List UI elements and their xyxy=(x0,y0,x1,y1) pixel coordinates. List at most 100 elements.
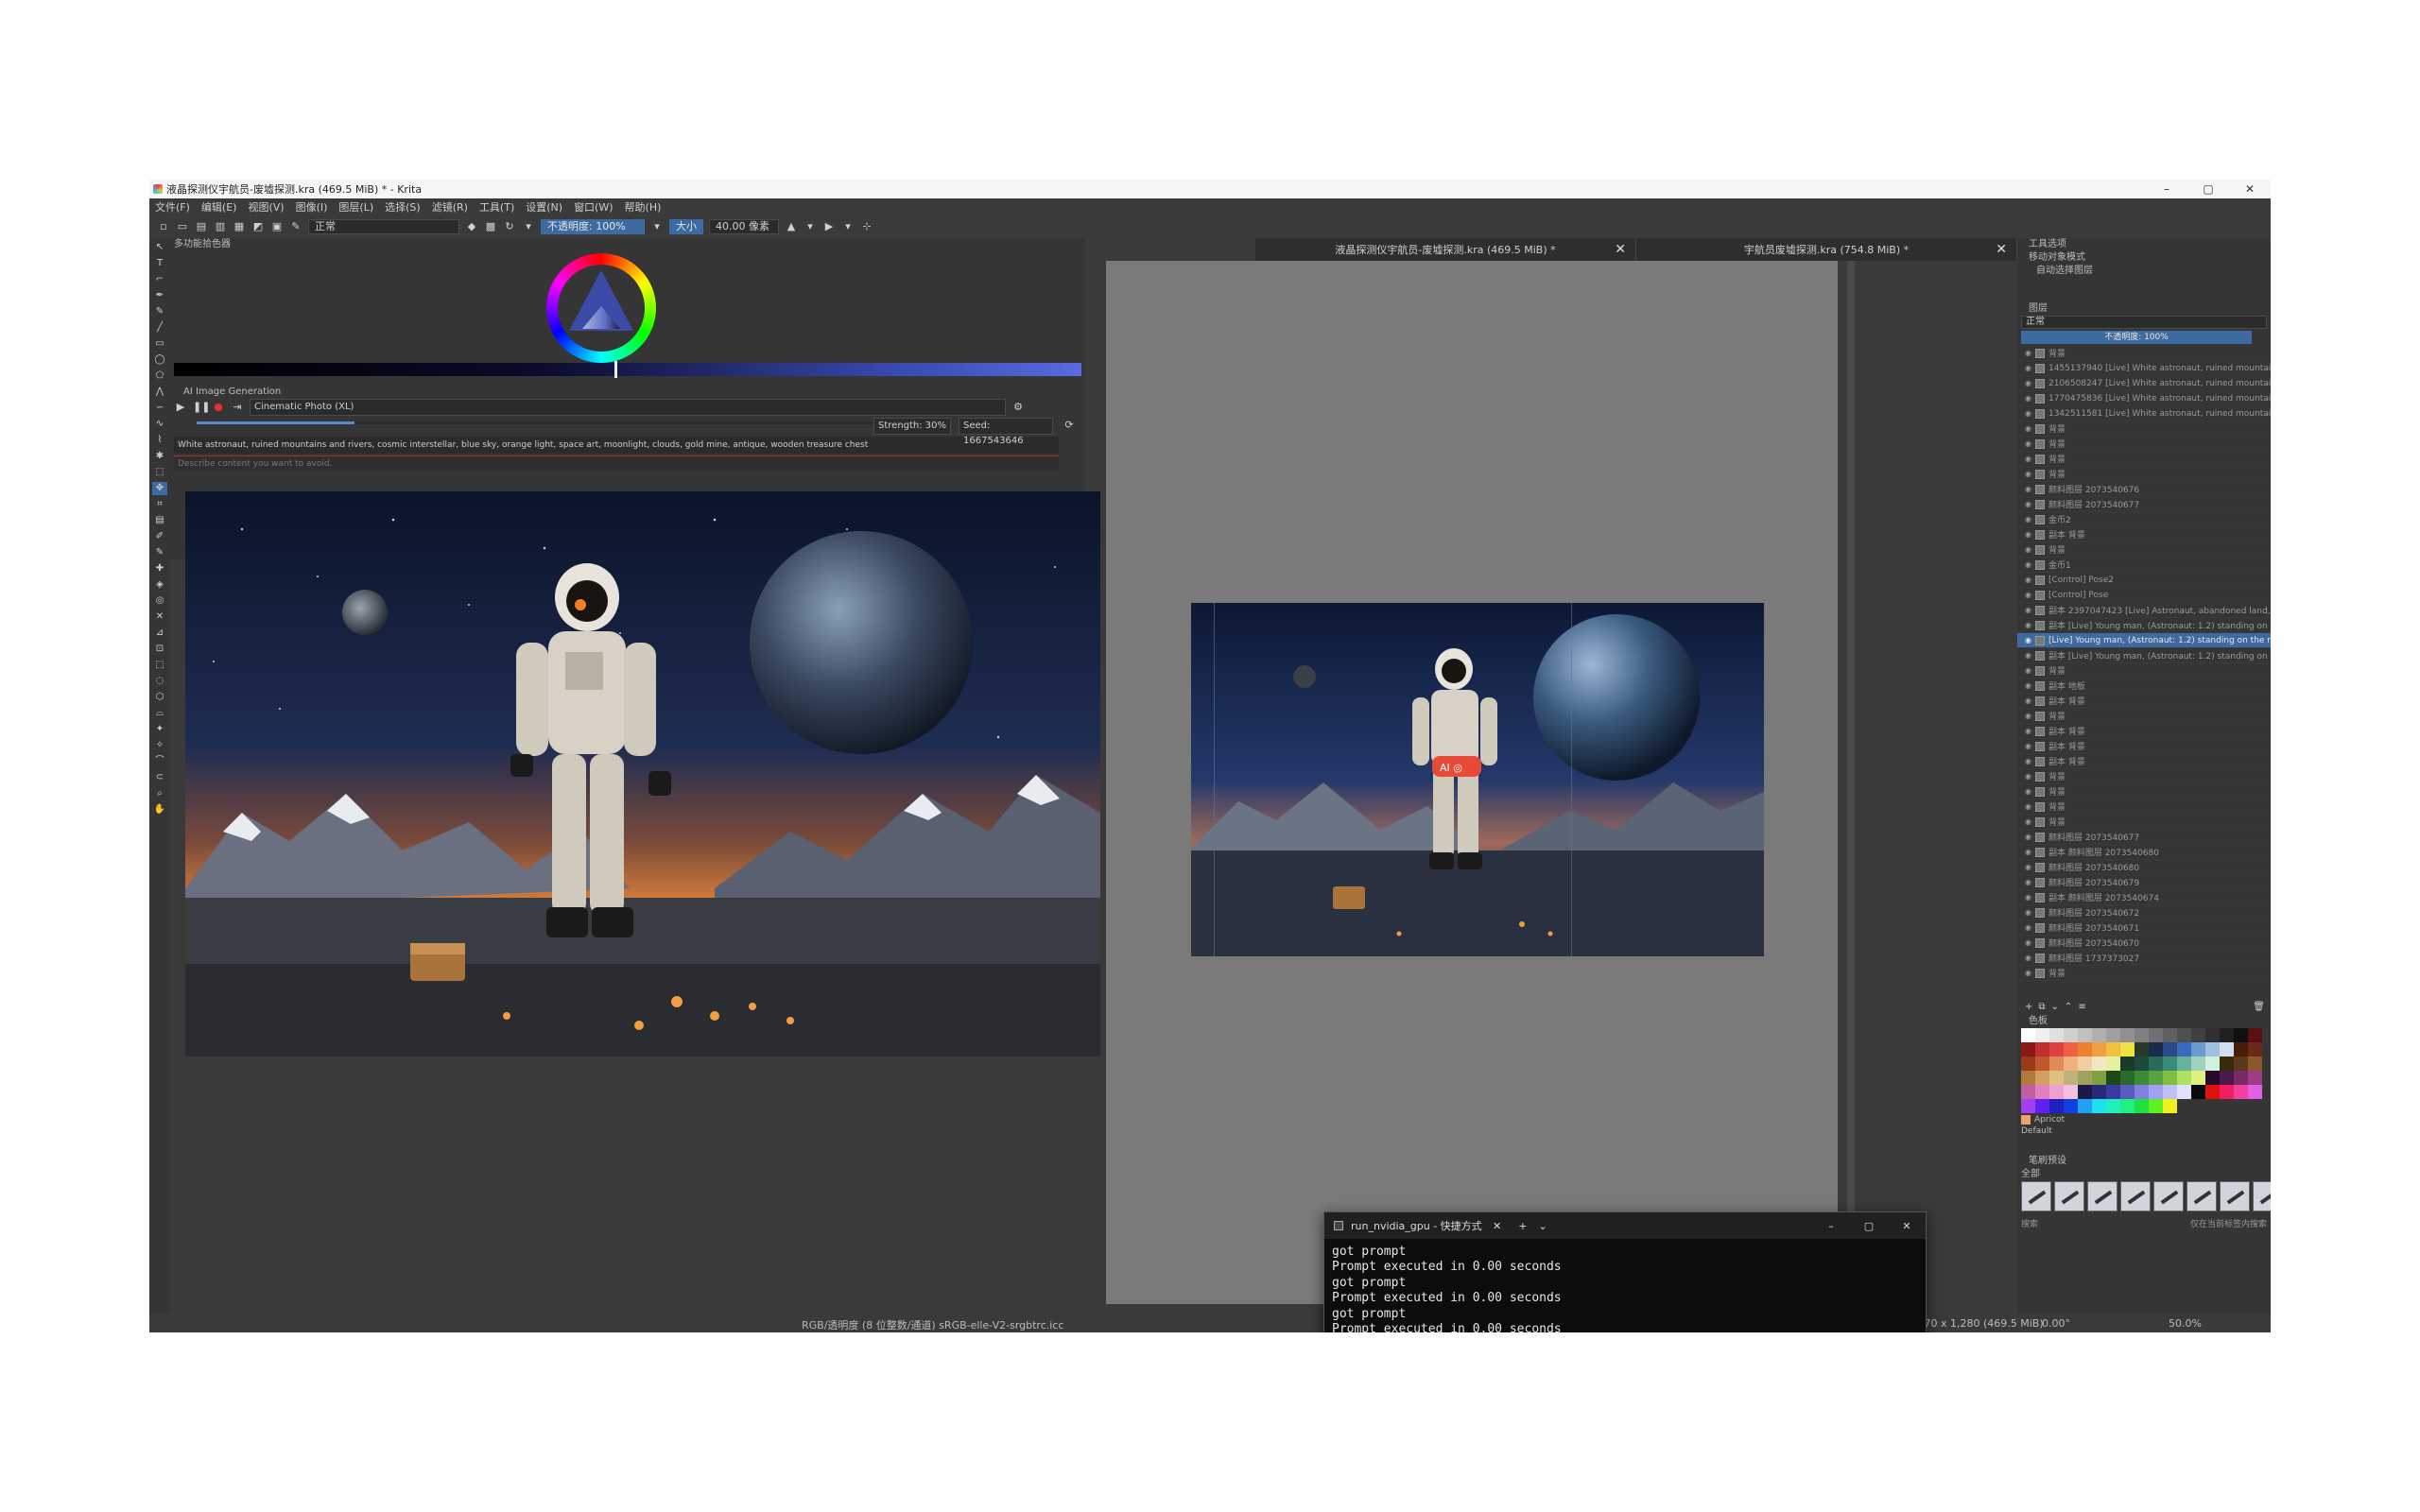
palette-swatch[interactable] xyxy=(2177,1057,2191,1071)
palette-swatch[interactable] xyxy=(2135,1085,2149,1099)
line-tool-icon[interactable]: ╱ xyxy=(152,321,167,335)
palette-swatch[interactable] xyxy=(2135,1099,2149,1113)
rectangle-tool-icon[interactable]: ▭ xyxy=(152,337,167,351)
palette-swatch[interactable] xyxy=(2092,1028,2106,1042)
visibility-eye-icon[interactable]: ◉ xyxy=(2025,893,2031,902)
visibility-eye-icon[interactable]: ◉ xyxy=(2025,908,2031,917)
layer-row[interactable]: ◉ 副本 背景 xyxy=(2017,724,2271,739)
palette-swatch[interactable] xyxy=(2205,1085,2220,1099)
brush-preset-icon[interactable]: ▣ xyxy=(270,220,284,233)
palette-swatch[interactable] xyxy=(2035,1085,2049,1099)
visibility-eye-icon[interactable]: ◉ xyxy=(2025,969,2031,977)
pan-tool-icon[interactable]: ✋ xyxy=(152,803,167,816)
visibility-eye-icon[interactable]: ◉ xyxy=(2025,515,2031,524)
main-canvas-viewport[interactable]: AI ◎ xyxy=(1106,261,1838,1304)
visibility-eye-icon[interactable]: ◉ xyxy=(2025,545,2031,554)
palette-swatch[interactable] xyxy=(2205,1028,2220,1042)
layer-row[interactable]: ◉ 副本 地板 xyxy=(2017,679,2271,694)
palette-swatch[interactable] xyxy=(2205,1057,2220,1071)
vertical-scrollbar[interactable] xyxy=(1847,261,1855,1304)
minimize-button[interactable]: – xyxy=(2146,182,2187,196)
layer-properties-icon[interactable]: ≡ xyxy=(2078,1002,2085,1012)
layer-row[interactable]: ◉ [Control] Pose xyxy=(2017,588,2271,603)
assistant-tool-icon[interactable]: ✕ xyxy=(152,610,167,624)
palette-name[interactable]: Default xyxy=(2017,1126,2271,1138)
chevron-down-icon[interactable]: ▾ xyxy=(841,220,855,233)
palette-swatch[interactable] xyxy=(2064,1099,2078,1113)
transform-tool-icon[interactable]: ⬚ xyxy=(152,466,167,479)
brush-preset[interactable] xyxy=(2120,1181,2151,1211)
new-tab-icon[interactable]: + xyxy=(1518,1220,1527,1232)
close-button[interactable]: ✕ xyxy=(1888,1220,1926,1232)
chevron-down-icon[interactable]: ▾ xyxy=(650,220,664,233)
save-icon[interactable]: ▤ xyxy=(195,220,208,233)
visibility-eye-icon[interactable]: ◉ xyxy=(2025,727,2031,735)
palette-swatch[interactable] xyxy=(2163,1071,2177,1085)
visibility-eye-icon[interactable]: ◉ xyxy=(2025,470,2031,478)
layer-row[interactable]: ◉ 1342511581 [Live] White astronaut, ruin… xyxy=(2017,406,2271,421)
brush-preset[interactable] xyxy=(2253,1181,2271,1211)
palette-swatch[interactable] xyxy=(2106,1071,2120,1085)
palette-swatch[interactable] xyxy=(2220,1085,2234,1099)
layer-row[interactable]: ◉ 背景 xyxy=(2017,467,2271,482)
layer-opacity-slider[interactable]: 不透明度: 100% xyxy=(2021,331,2252,344)
layer-row[interactable]: ◉ 背景 xyxy=(2017,437,2271,452)
palette-swatch[interactable] xyxy=(2078,1028,2092,1042)
layer-row[interactable]: ◉ 颜料图层 2073540677 xyxy=(2017,497,2271,512)
palette-swatch[interactable] xyxy=(2177,1085,2191,1099)
layer-row[interactable]: ◉ 背景 xyxy=(2017,966,2271,981)
gradient-tool-icon[interactable]: ▤ xyxy=(152,514,167,527)
chevron-down-icon[interactable]: ⌄ xyxy=(1538,1220,1547,1232)
layer-row[interactable]: ◉ 背景 xyxy=(2017,784,2271,799)
layer-row[interactable]: ◉ 2106508247 [Live] White astronaut, ruin… xyxy=(2017,376,2271,391)
palette-swatch[interactable] xyxy=(2234,1085,2248,1099)
chevron-down-icon[interactable]: ▾ xyxy=(804,220,817,233)
color-slider-handle[interactable] xyxy=(614,361,617,378)
palette-swatch[interactable] xyxy=(2149,1085,2163,1099)
color-palette-grid[interactable] xyxy=(2021,1028,2263,1113)
palette-swatch[interactable] xyxy=(2163,1042,2177,1057)
brush-tool-icon[interactable]: ✎ xyxy=(152,305,167,318)
visibility-eye-icon[interactable]: ◉ xyxy=(2025,923,2031,932)
brush-tag-select[interactable]: 全部 xyxy=(2017,1168,2271,1181)
menu-view[interactable]: 视图(V) xyxy=(248,199,284,215)
move-tool-icon[interactable]: ✥ xyxy=(152,482,167,495)
duplicate-layer-icon[interactable]: ⧉ xyxy=(2038,1002,2045,1012)
palette-swatch[interactable] xyxy=(2135,1042,2149,1057)
layer-row[interactable]: ◉ 背景 xyxy=(2017,815,2271,830)
brush-preset[interactable] xyxy=(2187,1181,2217,1211)
maximize-button[interactable]: ▢ xyxy=(1850,1220,1888,1232)
palette-swatch[interactable] xyxy=(2035,1099,2049,1113)
palette-swatch[interactable] xyxy=(2248,1057,2262,1071)
palette-swatch[interactable] xyxy=(2049,1028,2064,1042)
wrap-icon[interactable]: ⊹ xyxy=(860,220,873,233)
blend-mode-select[interactable]: 正常 xyxy=(308,219,459,234)
brush-preset[interactable] xyxy=(2054,1181,2084,1211)
search-in-tag-checkbox[interactable]: 仅在当前标签内搜索 xyxy=(2190,1217,2267,1230)
menu-layer[interactable]: 图层(L) xyxy=(338,199,373,215)
fg-bg-color-icon[interactable]: ◩ xyxy=(251,220,265,233)
palette-swatch[interactable] xyxy=(2149,1071,2163,1085)
palette-swatch[interactable] xyxy=(2205,1042,2220,1057)
palette-swatch[interactable] xyxy=(2220,1071,2234,1085)
visibility-eye-icon[interactable]: ◉ xyxy=(2025,772,2031,781)
visibility-eye-icon[interactable]: ◉ xyxy=(2025,878,2031,886)
palette-swatch[interactable] xyxy=(2021,1099,2035,1113)
ai-generated-canvas[interactable] xyxy=(185,491,1100,1057)
layer-row[interactable]: ◉ 副本 2397047423 [Live] Astronaut, abandon… xyxy=(2017,603,2271,618)
measure-tool-icon[interactable]: ⊿ xyxy=(152,627,167,640)
visibility-eye-icon[interactable]: ◉ xyxy=(2025,530,2031,539)
strength-field[interactable]: Strength: 30% xyxy=(873,418,951,435)
menu-edit[interactable]: 编辑(E) xyxy=(201,199,237,215)
palette-swatch[interactable] xyxy=(2163,1057,2177,1071)
palette-swatch[interactable] xyxy=(2248,1071,2262,1085)
opacity-slider[interactable]: 不透明度: 100% xyxy=(541,219,645,234)
visibility-eye-icon[interactable]: ◉ xyxy=(2025,455,2031,463)
palette-swatch[interactable] xyxy=(2021,1057,2035,1071)
palette-swatch[interactable] xyxy=(2078,1057,2092,1071)
palette-swatch[interactable] xyxy=(2064,1042,2078,1057)
layer-row[interactable]: ◉ 副本 颜料图层 2073540674 xyxy=(2017,890,2271,905)
visibility-eye-icon[interactable]: ◉ xyxy=(2025,379,2031,387)
polygon-tool-icon[interactable]: ⬠ xyxy=(152,369,167,383)
palette-swatch[interactable] xyxy=(2049,1099,2064,1113)
